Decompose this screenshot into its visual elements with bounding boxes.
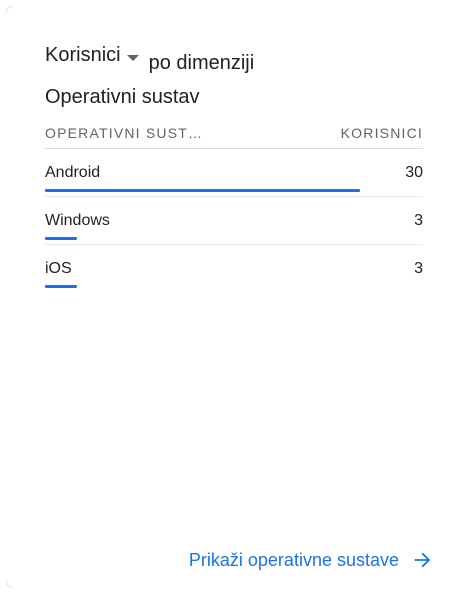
os-table: OPERATIVNI SUST… KORISNICI Android 30 Wi… xyxy=(45,118,423,292)
metric-dropdown[interactable]: Korisnici xyxy=(45,44,139,67)
arrow-right-icon xyxy=(414,552,431,568)
row-bar xyxy=(45,237,77,240)
row-bar xyxy=(45,189,360,192)
row-value: 3 xyxy=(414,212,423,229)
row-bar xyxy=(45,285,77,288)
title-suffix: po dimenziji xyxy=(148,52,255,74)
row-bar-track xyxy=(45,285,360,288)
metric-label: Korisnici xyxy=(45,44,121,66)
row-bar-track xyxy=(45,237,360,240)
column-header-users[interactable]: KORISNICI xyxy=(341,125,423,141)
footer-link-label: Prikaži operativne sustave xyxy=(188,549,399,570)
table-row[interactable]: Windows 3 xyxy=(45,197,423,245)
chevron-down-icon xyxy=(126,54,139,61)
row-label: Android xyxy=(45,164,101,181)
card-title-row: Korisnici po dimenziji xyxy=(45,44,254,74)
card-corner-bottom xyxy=(6,581,13,588)
view-operating-systems-link[interactable]: Prikaži operativne sustave xyxy=(189,549,433,571)
column-header-dimension[interactable]: OPERATIVNI SUST… xyxy=(45,125,203,141)
row-bar-track xyxy=(45,189,360,192)
card-corner-top xyxy=(6,6,13,13)
table-header: OPERATIVNI SUST… KORISNICI xyxy=(45,118,423,149)
row-value: 30 xyxy=(405,164,423,181)
row-value: 3 xyxy=(414,260,423,277)
row-label: Windows xyxy=(45,212,110,229)
table-row[interactable]: iOS 3 xyxy=(45,245,423,292)
dimension-title: Operativni sustav xyxy=(45,86,200,108)
row-label: iOS xyxy=(45,260,72,277)
table-row[interactable]: Android 30 xyxy=(45,149,423,197)
users-by-os-card: Korisnici po dimenziji Operativni sustav… xyxy=(0,0,451,594)
